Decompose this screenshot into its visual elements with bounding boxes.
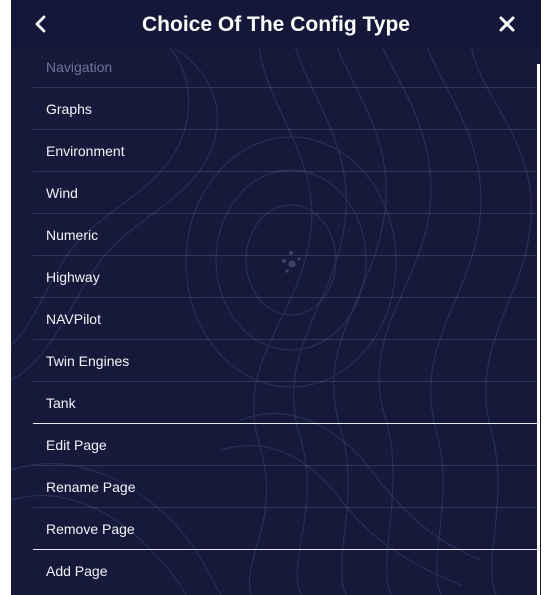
menu-item-highway[interactable]: Highway bbox=[33, 256, 537, 298]
menu-item-navpilot[interactable]: NAVPilot bbox=[33, 298, 537, 340]
add-page-button[interactable]: Add Page bbox=[33, 550, 537, 592]
edit-page-button[interactable]: Edit Page bbox=[33, 424, 537, 466]
menu-item-numeric[interactable]: Numeric bbox=[33, 214, 537, 256]
config-type-list: Navigation Graphs Environment Wind Numer… bbox=[33, 46, 537, 592]
close-icon bbox=[499, 16, 515, 32]
menu-item-graphs[interactable]: Graphs bbox=[33, 88, 537, 130]
remove-page-button[interactable]: Remove Page bbox=[33, 508, 537, 550]
dialog-header: Choice Of The Config Type bbox=[11, 0, 541, 48]
menu-item-tank[interactable]: Tank bbox=[33, 382, 537, 424]
dialog-title: Choice Of The Config Type bbox=[142, 13, 410, 36]
menu-item-wind[interactable]: Wind bbox=[33, 172, 537, 214]
back-button[interactable] bbox=[27, 10, 55, 38]
rename-page-button[interactable]: Rename Page bbox=[33, 466, 537, 508]
menu-item-twin-engines[interactable]: Twin Engines bbox=[33, 340, 537, 382]
menu-item-navigation: Navigation bbox=[33, 46, 537, 88]
config-type-dialog: Choice Of The Config Type Navigation Gra… bbox=[11, 0, 541, 595]
menu-item-environment[interactable]: Environment bbox=[33, 130, 537, 172]
scrollbar[interactable] bbox=[537, 64, 540, 595]
chevron-left-icon bbox=[35, 15, 46, 33]
close-button[interactable] bbox=[493, 10, 521, 38]
